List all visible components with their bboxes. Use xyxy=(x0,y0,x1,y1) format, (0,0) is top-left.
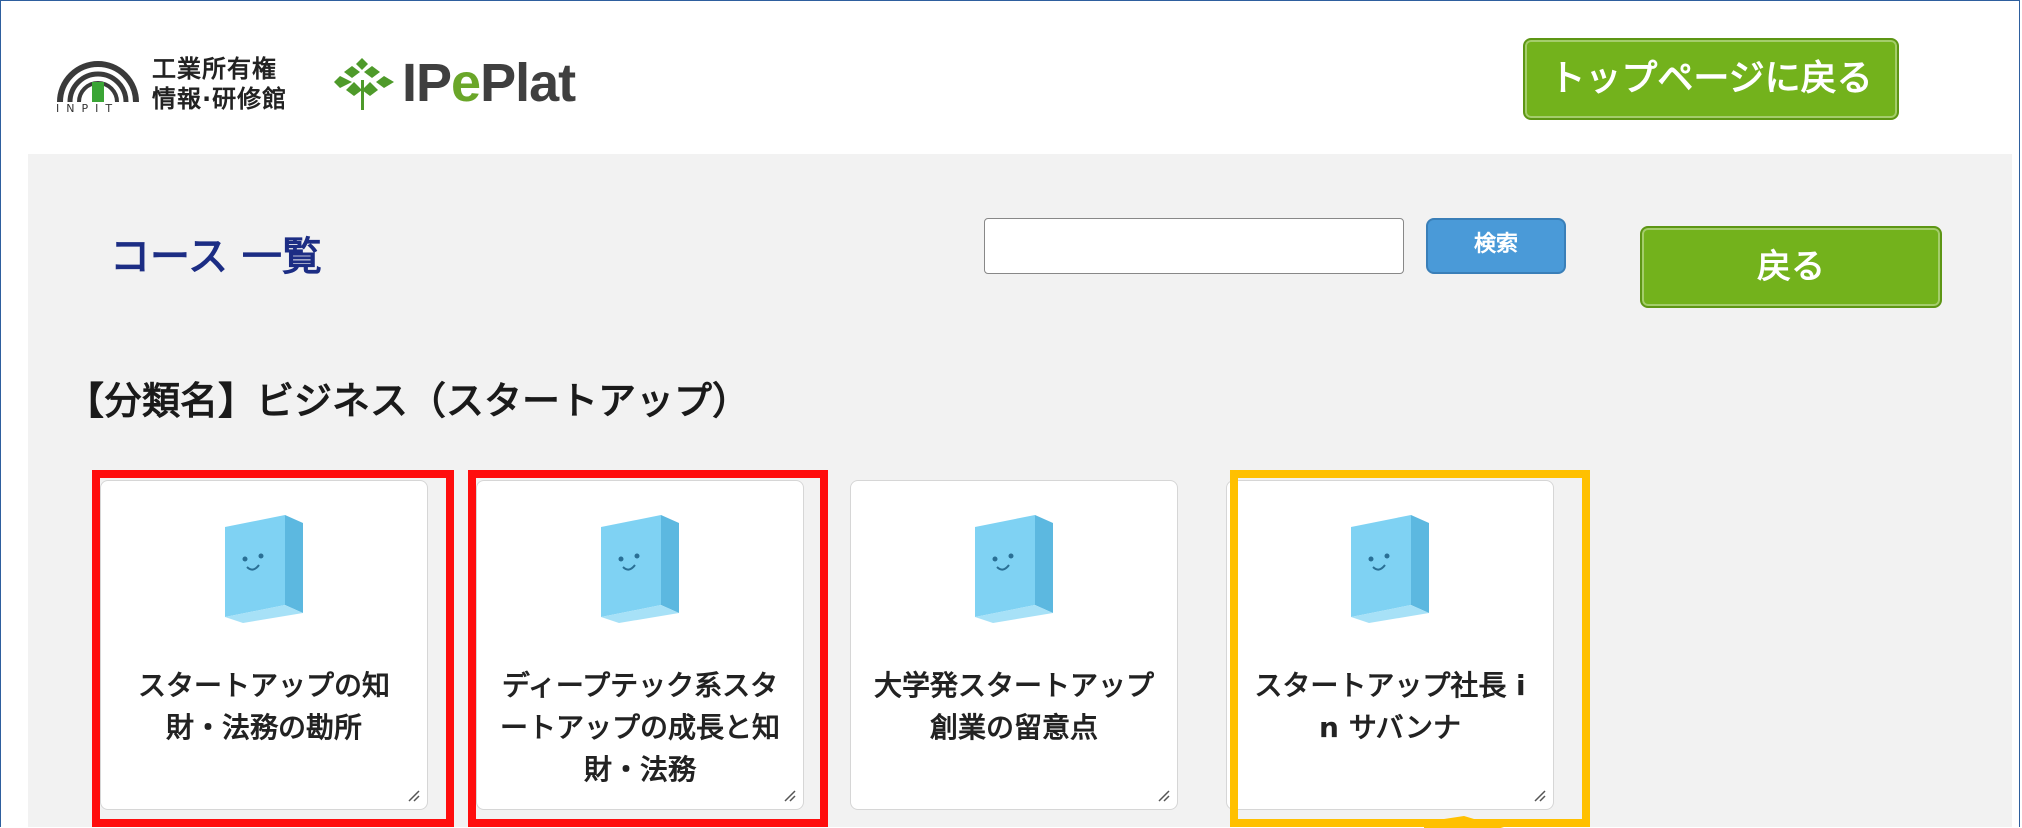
ipeplat-e: e xyxy=(451,53,481,113)
ipeplat-ip: IP xyxy=(402,53,452,113)
inpit-name: 工業所有権 情報·研修館 xyxy=(152,54,287,114)
course-card[interactable]: ディープテック系スタートアップの成長と知財・法務 xyxy=(476,480,804,810)
book-icon xyxy=(1351,515,1429,623)
course-title: スタートアップの知財・法務の勘所 xyxy=(137,669,390,744)
main-content: コース 一覧 検索 戻る 【分類名】ビジネス（スタートアップ） スタートアップの… xyxy=(28,154,2012,828)
course-title: スタートアップ社長 i n サバンナ xyxy=(1254,669,1526,744)
search-button[interactable]: 検索 xyxy=(1426,218,1566,274)
course-card[interactable]: スタートアップの知財・法務の勘所 xyxy=(100,480,428,810)
category-title: 【分類名】ビジネス（スタートアップ） xyxy=(66,379,751,423)
course-card[interactable]: スタートアップ社長 i n サバンナ xyxy=(1226,480,1554,810)
resize-handle-icon[interactable] xyxy=(781,787,797,803)
resize-handle-icon[interactable] xyxy=(1155,787,1171,803)
search-input[interactable] xyxy=(984,218,1404,274)
inpit-name-line1: 工業所有権 xyxy=(152,55,277,83)
back-button[interactable]: 戻る xyxy=(1640,226,1942,308)
page-title: コース 一覧 xyxy=(110,234,322,280)
leaf-icon xyxy=(334,58,394,110)
inpit-arc-icon xyxy=(57,61,139,103)
course-title: 大学発スタートアップ創業の留意点 xyxy=(873,669,1154,744)
course-title: ディープテック系スタートアップの成長と知財・法務 xyxy=(499,669,780,786)
book-icon xyxy=(975,515,1053,623)
inpit-logo[interactable]: 工業所有権 情報·研修館 INPIT xyxy=(56,52,306,116)
book-icon xyxy=(601,515,679,623)
book-icon xyxy=(225,515,303,623)
top-page-button[interactable]: トップページに戻る xyxy=(1523,38,1899,120)
resize-handle-icon[interactable] xyxy=(405,787,421,803)
ipeplat-wordmark: IPePlat xyxy=(402,52,576,114)
course-card[interactable]: 大学発スタートアップ創業の留意点 xyxy=(850,480,1178,810)
inpit-name-line2: 情報·研修館 xyxy=(152,85,288,113)
resize-handle-icon[interactable] xyxy=(1531,787,1547,803)
ipeplat-plat: Plat xyxy=(480,53,576,113)
inpit-abbrev: INPIT xyxy=(56,102,120,115)
arrow-pointer-icon xyxy=(1424,816,1504,828)
